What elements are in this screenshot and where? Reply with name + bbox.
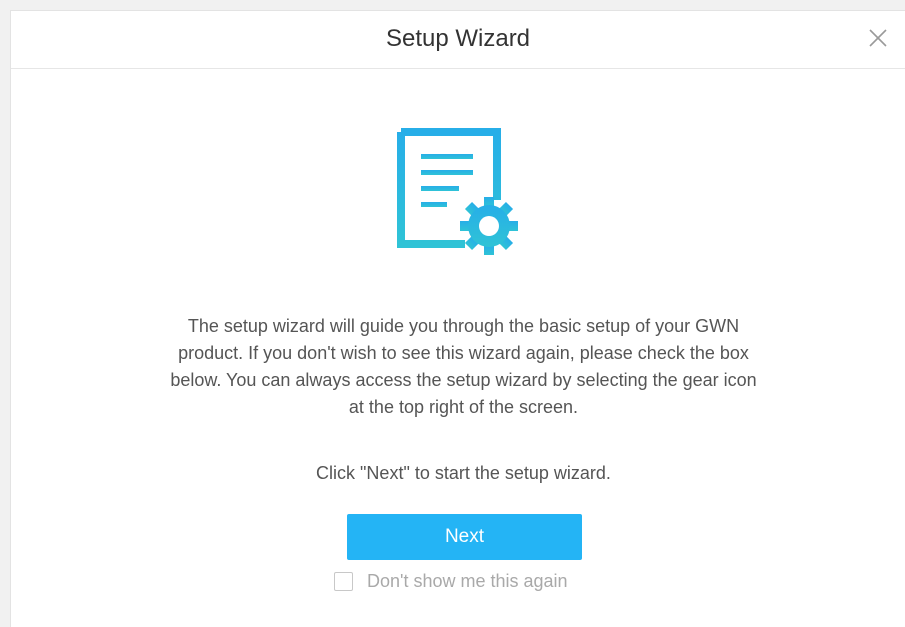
dont-show-label: Don't show me this again (367, 571, 568, 591)
dont-show-again-option[interactable]: Don't show me this again (334, 571, 568, 592)
dialog-title: Setup Wizard (385, 25, 531, 52)
dont-show-checkbox[interactable] (334, 572, 353, 591)
document-gear-icon (397, 128, 527, 258)
setup-wizard-dialog: Setup Wizard The setup wizard will guide… (10, 10, 905, 627)
wizard-description: The setup wizard will guide you through … (170, 316, 757, 417)
dialog-header: Setup Wizard (11, 11, 905, 69)
close-icon (869, 29, 887, 47)
close-button[interactable] (865, 25, 891, 51)
start-hint: Click "Next" to start the setup wizard. (316, 463, 611, 483)
next-button[interactable]: Next (347, 514, 582, 560)
